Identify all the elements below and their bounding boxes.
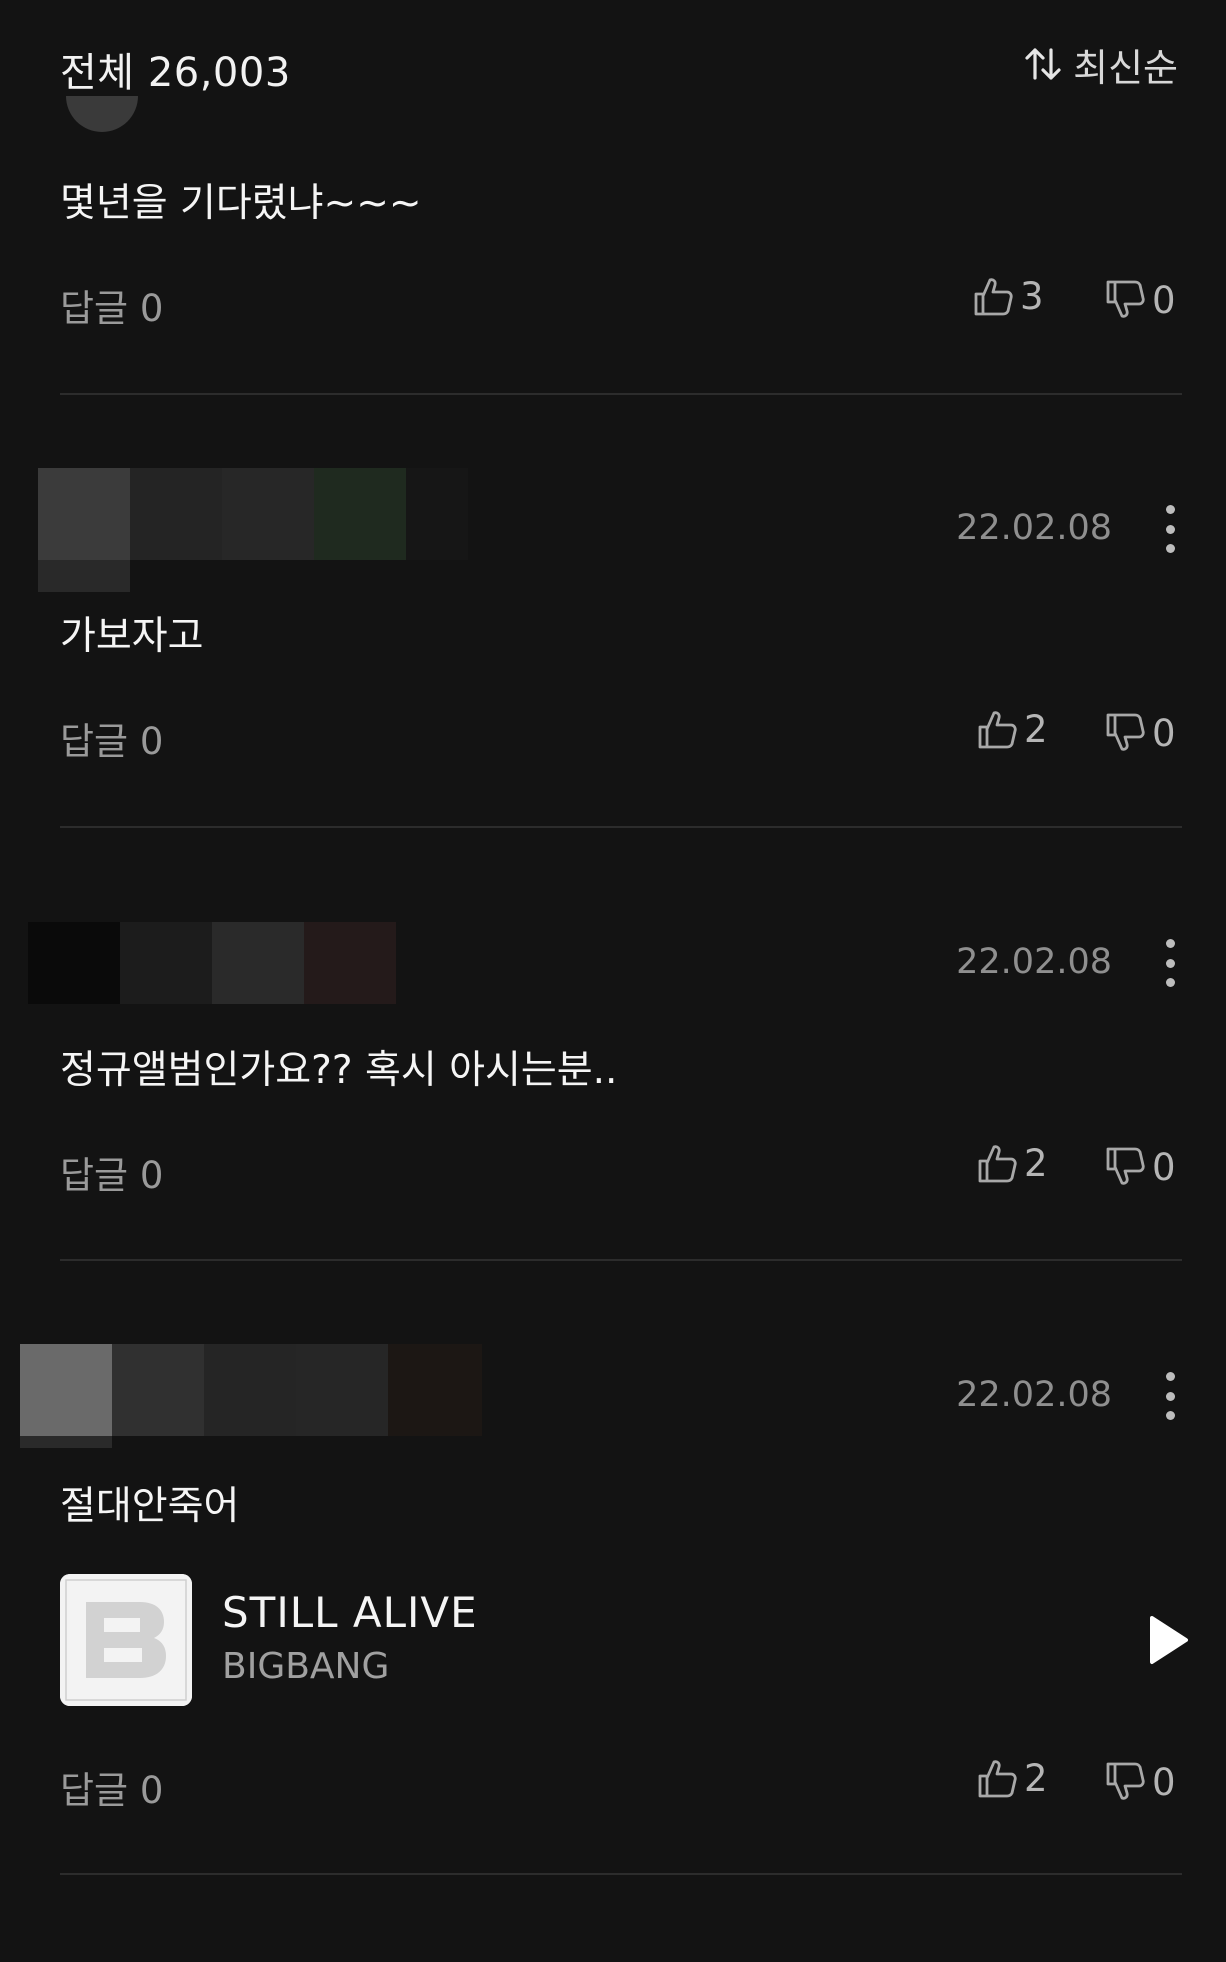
- like-button[interactable]: 2: [976, 707, 1048, 751]
- comment-date: 22.02.08: [956, 1375, 1112, 1415]
- like-count: 2: [1024, 1141, 1048, 1185]
- like-count: 3: [1020, 274, 1044, 318]
- sort-arrows-icon: [1023, 44, 1063, 84]
- dislike-button[interactable]: 0: [1104, 1145, 1176, 1189]
- username-censored[interactable]: [28, 922, 396, 1004]
- reply-button[interactable]: 답글 0: [60, 1145, 163, 1199]
- dislike-count: 0: [1152, 1760, 1176, 1804]
- reply-button[interactable]: 답글 0: [60, 278, 163, 332]
- reply-button[interactable]: 답글 0: [60, 1760, 163, 1814]
- dislike-button[interactable]: 0: [1104, 711, 1176, 755]
- dislike-count: 0: [1152, 1145, 1176, 1189]
- more-options-icon[interactable]: [1158, 939, 1182, 987]
- dislike-button[interactable]: 0: [1104, 1760, 1176, 1804]
- thumbs-down-icon: [1104, 711, 1146, 755]
- comment-text: 몇년을 기다렸냐~~~: [60, 181, 422, 226]
- more-options-icon[interactable]: [1158, 505, 1182, 553]
- like-button[interactable]: 2: [976, 1756, 1048, 1800]
- dislike-count: 0: [1152, 711, 1176, 755]
- like-count: 2: [1024, 1756, 1048, 1800]
- album-art[interactable]: [60, 1574, 192, 1706]
- thumbs-up-icon: [976, 1141, 1018, 1185]
- like-button[interactable]: 2: [976, 1141, 1048, 1185]
- thumbs-down-icon: [1104, 278, 1146, 322]
- comments-header: 전체 26,003 최신순: [0, 0, 1226, 130]
- thumbs-up-icon: [972, 274, 1014, 318]
- total-count: 전체 26,003: [60, 50, 291, 96]
- dislike-count: 0: [1152, 278, 1176, 322]
- divider: [60, 393, 1182, 395]
- avatar[interactable]: [66, 96, 138, 136]
- thumbs-down-icon: [1104, 1145, 1146, 1189]
- username-censored[interactable]: [20, 1344, 482, 1448]
- thumbs-up-icon: [976, 707, 1018, 751]
- song-title: STILL ALIVE: [222, 1588, 478, 1637]
- reply-button[interactable]: 답글 0: [60, 711, 163, 765]
- thumbs-down-icon: [1104, 1760, 1146, 1804]
- username-censored[interactable]: [38, 468, 468, 592]
- comment-text: 가보자고: [60, 614, 204, 659]
- comment-date: 22.02.08: [956, 508, 1112, 548]
- thumbs-up-icon: [976, 1756, 1018, 1800]
- sort-button[interactable]: 최신순: [1023, 36, 1178, 92]
- comment-text: 정규앨범인가요?? 혹시 아시는분..: [60, 1048, 618, 1093]
- song-artist: BIGBANG: [222, 1646, 390, 1687]
- like-button[interactable]: 3: [972, 274, 1044, 318]
- sort-label: 최신순: [1073, 45, 1178, 90]
- play-icon[interactable]: [1146, 1614, 1190, 1666]
- dislike-button[interactable]: 0: [1104, 278, 1176, 322]
- divider: [60, 1873, 1182, 1875]
- song-card[interactable]: STILL ALIVE BIGBANG: [60, 1574, 1190, 1706]
- comment-date: 22.02.08: [956, 942, 1112, 982]
- comment-text: 절대안죽어: [60, 1484, 240, 1529]
- divider: [60, 1259, 1182, 1261]
- more-options-icon[interactable]: [1158, 1372, 1182, 1420]
- like-count: 2: [1024, 707, 1048, 751]
- divider: [60, 826, 1182, 828]
